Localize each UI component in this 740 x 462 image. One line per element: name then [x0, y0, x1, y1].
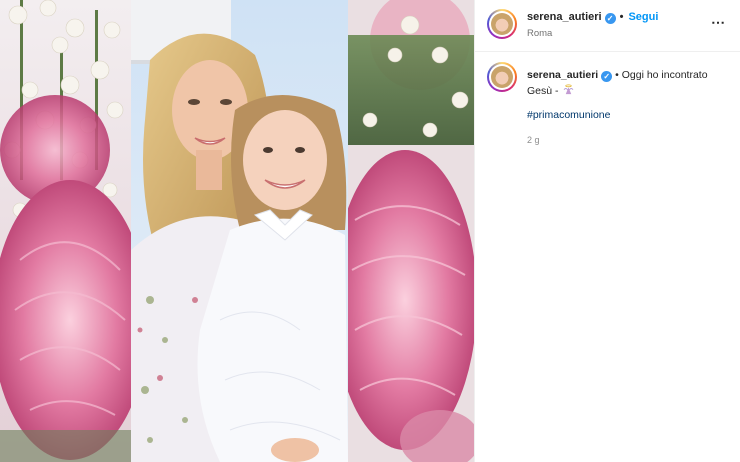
post-image[interactable]: [0, 0, 474, 462]
avatar[interactable]: [487, 9, 517, 39]
left-flower-panel: [0, 0, 131, 462]
praying-angel-emoji-icon: [564, 84, 574, 95]
separator-dot: •: [619, 11, 624, 23]
post-side-panel: serena_autieri ✓ • Segui Roma ⋯ serena_auti…: [474, 0, 740, 462]
middle-portrait-panel: [131, 0, 348, 462]
caption: serena_autieri ✓ • Oggi ho incontrato Ges…: [527, 67, 727, 99]
header-user-line: serena_autieri ✓ • Segui: [527, 11, 658, 24]
follow-button[interactable]: Segui: [628, 11, 658, 23]
caption-verified-badge-icon: ✓: [601, 71, 613, 82]
post-photo: [0, 0, 474, 462]
location-link[interactable]: Roma: [527, 28, 552, 39]
header-username[interactable]: serena_autieri: [527, 11, 602, 23]
instagram-post: serena_autieri ✓ • Segui Roma ⋯ serena_auti…: [0, 0, 740, 462]
hashtag-link[interactable]: #primacomunione: [527, 109, 610, 121]
caption-avatar[interactable]: [487, 62, 517, 92]
post-timestamp: 2 g: [527, 135, 540, 145]
verified-badge-icon: ✓: [604, 13, 616, 24]
more-options-icon[interactable]: ⋯: [711, 15, 727, 32]
caption-username[interactable]: serena_autieri: [527, 69, 598, 81]
right-flower-panel: [348, 0, 474, 462]
post-header: serena_autieri ✓ • Segui Roma ⋯: [475, 0, 740, 52]
